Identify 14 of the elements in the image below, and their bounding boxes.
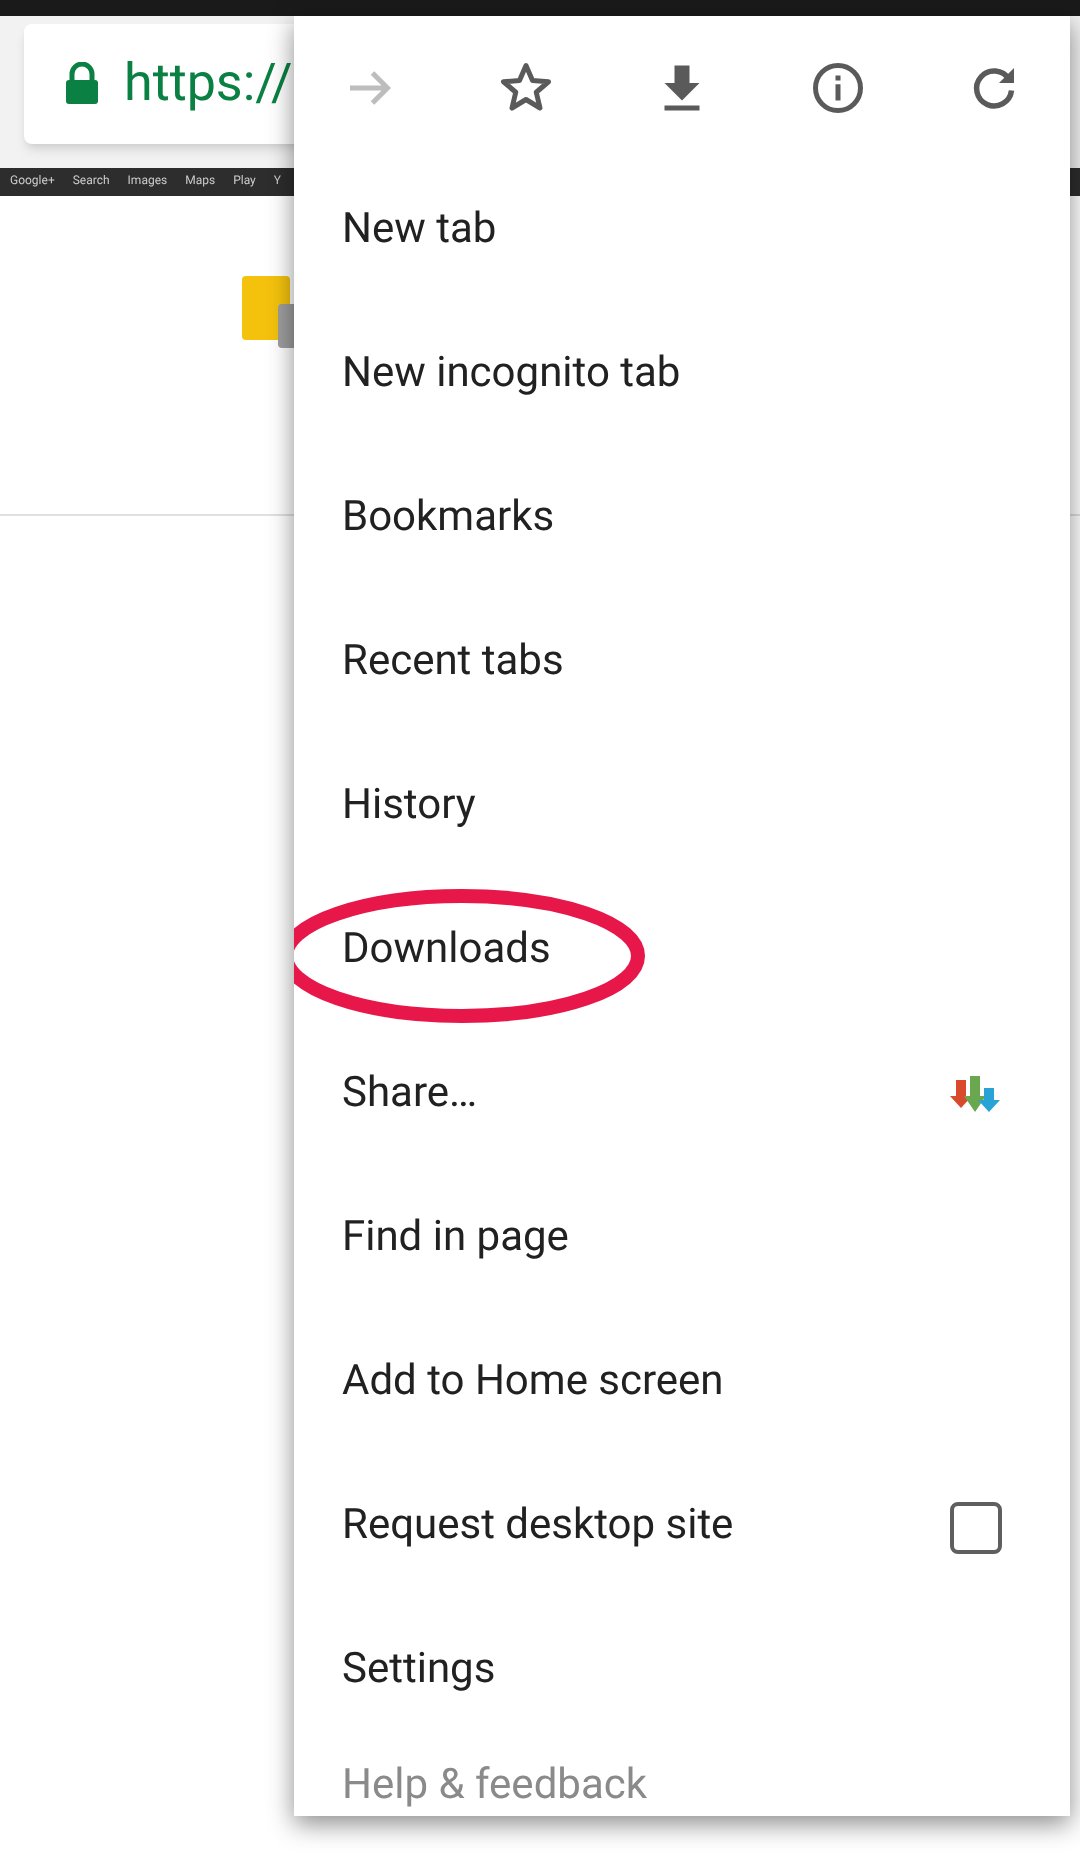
menu-item[interactable]: History <box>294 736 1070 880</box>
menu-item[interactable]: Bookmarks <box>294 448 1070 592</box>
lock-icon <box>64 62 100 106</box>
menu-item[interactable]: Add to Home screen <box>294 1312 1070 1456</box>
menu-item[interactable]: Find in page <box>294 1168 1070 1312</box>
menu-item[interactable]: Share… <box>294 1024 1070 1168</box>
url-text: https:// <box>124 51 293 117</box>
menu-item[interactable]: Settings <box>294 1600 1070 1744</box>
menu-item[interactable]: New tab <box>294 160 1070 304</box>
menu-item[interactable]: Downloads <box>294 880 1070 1024</box>
menu-item[interactable]: Request desktop site <box>294 1456 1070 1600</box>
menu-item[interactable]: New incognito tab <box>294 304 1070 448</box>
menu-item[interactable]: Recent tabs <box>294 592 1070 736</box>
checkbox[interactable] <box>950 1502 1002 1554</box>
